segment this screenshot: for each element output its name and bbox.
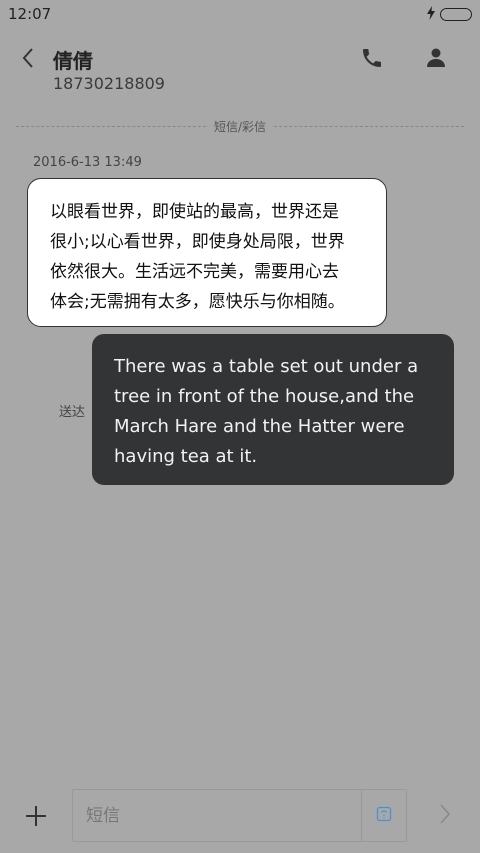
phone-icon <box>360 49 384 74</box>
composer-bar <box>0 789 480 853</box>
contact-details-button[interactable] <box>424 46 452 74</box>
status-icons <box>426 5 472 24</box>
message-line: tree in front of the house,and the <box>114 386 415 407</box>
message-line: 很小;以心看世界，即使身处局限，世界 <box>50 232 345 252</box>
contact-name: 倩倩 <box>53 49 93 73</box>
message-input[interactable] <box>73 790 361 841</box>
lightning-icon <box>426 5 436 24</box>
message-line: having tea at it. <box>114 446 258 467</box>
add-attachment-button[interactable] <box>20 801 52 833</box>
battery-icon <box>440 7 472 21</box>
chevron-right-icon <box>439 803 451 829</box>
outgoing-message-bubble[interactable]: There was a table set out under a tree i… <box>92 334 454 485</box>
status-time: 12:07 <box>8 5 52 23</box>
plus-icon <box>25 801 47 834</box>
call-button[interactable] <box>360 46 388 74</box>
conversation-header: 倩倩 18730218809 <box>0 28 480 108</box>
back-button[interactable] <box>14 46 42 74</box>
delivery-status: 送达 <box>59 405 86 420</box>
divider-line-left <box>16 125 206 127</box>
incoming-message-bubble[interactable]: 以眼看世界，即使站的最高，世界还是 很小;以心看世界，即使身处局限，世界 依然很… <box>27 178 387 327</box>
message-line: 以眼看世界，即使站的最高，世界还是 <box>50 202 339 222</box>
emoji-button[interactable] <box>361 790 406 841</box>
message-type-label: 短信/彩信 <box>213 119 267 134</box>
thread-divider: 短信/彩信 <box>16 116 465 136</box>
person-icon <box>424 48 448 74</box>
emoji-icon <box>376 806 392 826</box>
message-line: 体会;无需拥有太多，愿快乐与你相随。 <box>50 292 345 312</box>
message-line: 依然很大。生活远不完美，需要用心去 <box>50 262 339 282</box>
chevron-left-icon <box>21 47 35 73</box>
message-line: There was a table set out under a <box>114 356 419 377</box>
status-bar: 12:07 <box>0 0 480 28</box>
message-line: March Hare and the Hatter were <box>114 416 405 437</box>
send-button[interactable] <box>430 801 460 831</box>
message-input-box <box>72 789 407 842</box>
contact-phone-number: 18730218809 <box>53 74 165 93</box>
divider-line-right <box>274 125 465 127</box>
message-timestamp: 2016-6-13 13:49 <box>33 155 142 170</box>
